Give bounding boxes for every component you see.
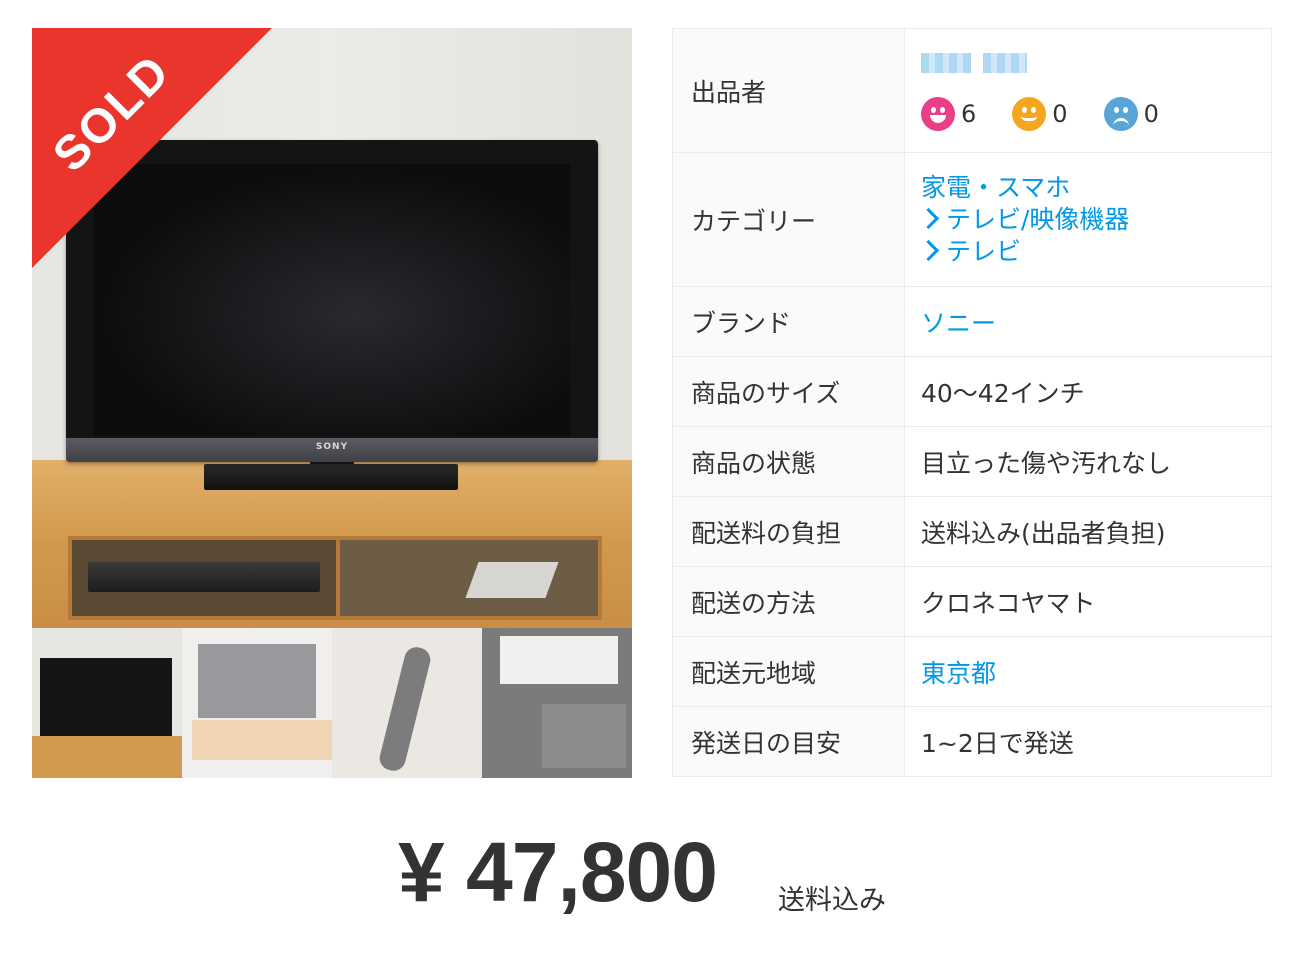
- details-label: 配送の方法: [672, 566, 905, 637]
- category-cell: 家電・スマホ テレビ/映像機器 テレビ: [904, 152, 1272, 287]
- brand-cell: ソニー: [904, 286, 1272, 357]
- photo-recorder: [88, 562, 320, 592]
- seller-name-link[interactable]: [921, 52, 1031, 75]
- shipping-fee-value: 送料込み(出品者負担): [904, 496, 1272, 567]
- details-row-size: 商品のサイズ 40〜42インチ: [672, 356, 1272, 427]
- shipping-method-value: クロネコヤマト: [904, 566, 1272, 637]
- item-details-table: 出品者 6 0 0 カテゴリー 家電・スマホ テレビ/映像機器 テレビ ブランド…: [672, 28, 1272, 777]
- thumbnail-remote[interactable]: [332, 628, 482, 778]
- rating-good-count: 6: [961, 99, 977, 128]
- details-label: 配送料の負担: [672, 496, 905, 567]
- thumbnail-overlay: [332, 628, 482, 778]
- seller-name-blur: [983, 52, 1027, 73]
- rating-bad-count: 0: [1143, 99, 1159, 128]
- photo-paper: [465, 562, 559, 598]
- chevron-right-icon: [917, 207, 940, 229]
- category-link-level-1[interactable]: 家電・スマホ: [921, 172, 1271, 204]
- rating-bad: 0: [1103, 96, 1159, 131]
- neutral-face-icon: [1012, 96, 1047, 131]
- rating-normal-count: 0: [1052, 99, 1068, 128]
- details-label: ブランド: [672, 286, 905, 357]
- thumbnail-cabinet: [32, 736, 182, 778]
- category-level-2-text: テレビ/映像機器: [946, 204, 1130, 234]
- seller-ratings: 6 0 0: [921, 96, 1271, 131]
- category-level-3-text: テレビ: [946, 236, 1022, 266]
- thumbnail-tv-front[interactable]: [32, 628, 182, 778]
- thumbnail-overlay: [482, 628, 632, 778]
- smile-face-icon: [921, 96, 955, 131]
- details-row-ship-from: 配送元地域 東京都: [672, 636, 1272, 707]
- shipping-included-note: 送料込み: [778, 885, 886, 916]
- ship-days-value: 1~2日で発送: [904, 706, 1272, 777]
- ship-from-cell: 東京都: [904, 636, 1272, 707]
- details-label: 配送元地域: [672, 636, 905, 707]
- thumbnail-overlay: [182, 628, 332, 778]
- category-link-level-3[interactable]: テレビ: [917, 236, 1271, 268]
- rating-good: 6: [921, 96, 977, 131]
- details-label: 商品の状態: [672, 426, 905, 497]
- seller-cell: 6 0 0: [904, 28, 1272, 153]
- brand-link[interactable]: ソニー: [921, 309, 996, 338]
- details-row-brand: ブランド ソニー: [672, 286, 1272, 357]
- condition-value: 目立った傷や汚れなし: [904, 426, 1272, 497]
- details-label: 商品のサイズ: [672, 356, 905, 427]
- photo-shelf-right: [336, 536, 602, 620]
- details-row-condition: 商品の状態 目立った傷や汚れなし: [672, 426, 1272, 497]
- thumbnail-back-label[interactable]: [482, 628, 632, 778]
- details-row-seller: 出品者 6 0 0: [672, 28, 1272, 153]
- details-row-shipping-fee: 配送料の負担 送料込み(出品者負担): [672, 496, 1272, 567]
- thumbnail-tv: [40, 658, 172, 736]
- category-level-1-text: 家電・スマホ: [921, 172, 1071, 202]
- sad-face-icon: [1103, 96, 1138, 131]
- main-product-photo[interactable]: SONY: [32, 28, 632, 628]
- details-row-shipping-method: 配送の方法 クロネコヤマト: [672, 566, 1272, 637]
- photo-television: SONY: [66, 140, 598, 462]
- category-link-level-2[interactable]: テレビ/映像機器: [917, 204, 1271, 236]
- thumbnail-tv-angle[interactable]: [182, 628, 332, 778]
- details-row-ship-days: 発送日の目安 1~2日で発送: [672, 706, 1272, 777]
- size-value: 40〜42インチ: [904, 356, 1272, 427]
- photo-tv-brand-mark: SONY: [315, 442, 349, 452]
- details-label: 発送日の目安: [672, 706, 905, 777]
- details-label: カテゴリー: [672, 152, 905, 287]
- chevron-right-icon: [917, 239, 940, 261]
- item-price: ¥ 47,800: [398, 825, 718, 919]
- rating-normal: 0: [1012, 96, 1068, 131]
- seller-name-blur: [921, 52, 971, 73]
- photo-tv-screen: [94, 164, 570, 436]
- details-row-category: カテゴリー 家電・スマホ テレビ/映像機器 テレビ: [672, 152, 1272, 287]
- details-label: 出品者: [672, 28, 905, 153]
- ship-from-link[interactable]: 東京都: [921, 659, 996, 688]
- price-section: ¥ 47,800 送料込み: [0, 822, 1306, 932]
- photo-tv-stand: [204, 464, 458, 490]
